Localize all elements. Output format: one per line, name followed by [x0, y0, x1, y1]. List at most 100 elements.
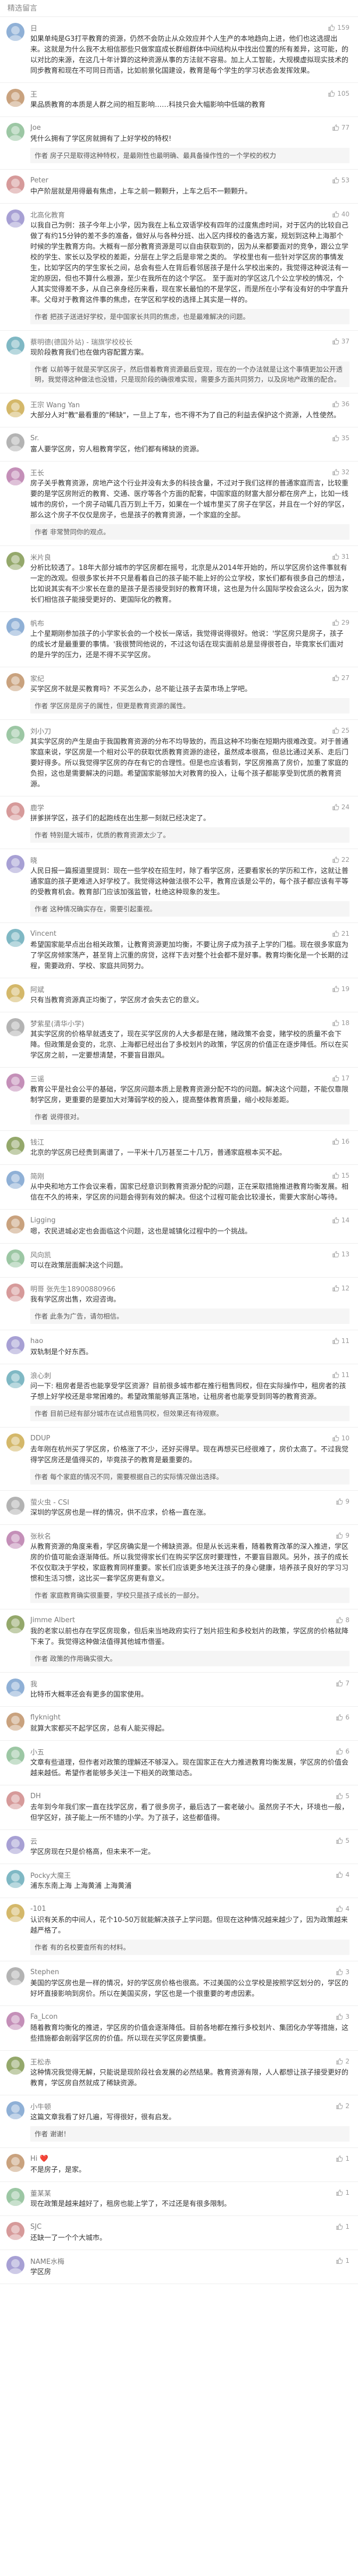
- commenter-name[interactable]: 张秋名: [30, 1531, 336, 1541]
- avatar[interactable]: [6, 2188, 24, 2206]
- commenter-name[interactable]: 我: [30, 1679, 336, 1689]
- like-button[interactable]: 1: [336, 2155, 349, 2162]
- like-button[interactable]: 6: [336, 1748, 349, 1755]
- like-button[interactable]: 77: [332, 124, 349, 131]
- avatar[interactable]: [6, 1018, 24, 1036]
- commenter-name[interactable]: Sr.: [30, 434, 332, 442]
- avatar[interactable]: [6, 1433, 24, 1451]
- like-button[interactable]: 14: [332, 1216, 349, 1224]
- avatar[interactable]: [6, 1249, 24, 1268]
- like-button[interactable]: 9: [336, 1532, 349, 1539]
- like-button[interactable]: 17: [332, 1075, 349, 1082]
- like-button[interactable]: 22: [332, 856, 349, 863]
- commenter-name[interactable]: 王宗 Wang Yan: [30, 399, 332, 409]
- like-button[interactable]: 4: [336, 1905, 349, 1912]
- avatar[interactable]: [6, 1713, 24, 1731]
- avatar[interactable]: [6, 1283, 24, 1302]
- avatar[interactable]: [6, 23, 24, 41]
- avatar[interactable]: [6, 984, 24, 1002]
- commenter-name[interactable]: Joe: [30, 124, 332, 132]
- commenter-name[interactable]: 董某某: [30, 2188, 336, 2198]
- commenter-name[interactable]: 米片良: [30, 552, 332, 562]
- avatar[interactable]: [6, 855, 24, 873]
- avatar[interactable]: [6, 2012, 24, 2030]
- commenter-name[interactable]: 梦紫星(清华小学): [30, 1018, 332, 1028]
- like-button[interactable]: 11: [332, 1337, 349, 1345]
- commenter-name[interactable]: 阿斌: [30, 984, 332, 994]
- like-button[interactable]: 9: [336, 1498, 349, 1505]
- like-button[interactable]: 10: [332, 1434, 349, 1442]
- commenter-name[interactable]: 日: [30, 23, 328, 33]
- commenter-name[interactable]: 帆布: [30, 618, 332, 628]
- avatar[interactable]: [6, 1370, 24, 1388]
- like-button[interactable]: 1: [336, 2223, 349, 2230]
- like-button[interactable]: 32: [332, 468, 349, 476]
- commenter-name[interactable]: 王: [30, 89, 328, 99]
- like-button[interactable]: 35: [332, 434, 349, 442]
- commenter-name[interactable]: 明哥 张先生18900880966: [30, 1283, 332, 1294]
- avatar[interactable]: [6, 2101, 24, 2119]
- commenter-name[interactable]: Stephen: [30, 1968, 336, 1976]
- avatar[interactable]: [6, 726, 24, 744]
- commenter-name[interactable]: 云: [30, 1836, 336, 1846]
- like-button[interactable]: 4: [336, 1871, 349, 1878]
- avatar[interactable]: [6, 673, 24, 691]
- like-button[interactable]: 3: [336, 1968, 349, 1976]
- like-button[interactable]: 53: [332, 177, 349, 184]
- avatar[interactable]: [6, 552, 24, 570]
- avatar[interactable]: [6, 1747, 24, 1765]
- like-button[interactable]: 25: [332, 727, 349, 734]
- like-button[interactable]: 5: [336, 1792, 349, 1800]
- avatar[interactable]: [6, 1967, 24, 1985]
- commenter-name[interactable]: Vincent: [30, 930, 332, 938]
- commenter-name[interactable]: DDUP: [30, 1434, 332, 1442]
- commenter-name[interactable]: Jimme Albert: [30, 1616, 336, 1624]
- like-button[interactable]: 18: [332, 1019, 349, 1027]
- avatar[interactable]: [6, 123, 24, 141]
- like-button[interactable]: 6: [336, 1714, 349, 1721]
- like-button[interactable]: 1: [336, 2189, 349, 2196]
- commenter-name[interactable]: Peter: [30, 177, 332, 184]
- like-button[interactable]: 8: [336, 1616, 349, 1624]
- like-button[interactable]: 2: [336, 2102, 349, 2110]
- avatar[interactable]: [6, 1870, 24, 1888]
- commenter-name[interactable]: 浪心刺: [30, 1370, 332, 1380]
- avatar[interactable]: [6, 1615, 24, 1633]
- like-button[interactable]: 1: [336, 2257, 349, 2264]
- commenter-name[interactable]: 家纪: [30, 673, 332, 683]
- like-button[interactable]: 31: [332, 553, 349, 560]
- like-button[interactable]: 19: [332, 985, 349, 993]
- avatar[interactable]: [6, 2057, 24, 2075]
- avatar[interactable]: [6, 1171, 24, 1189]
- avatar[interactable]: [6, 433, 24, 451]
- like-button[interactable]: 7: [336, 1680, 349, 1687]
- like-button[interactable]: 12: [332, 1285, 349, 1292]
- avatar[interactable]: [6, 1497, 24, 1515]
- commenter-name[interactable]: NAME水梅: [30, 2256, 336, 2266]
- commenter-name[interactable]: -101: [30, 1905, 336, 1913]
- avatar[interactable]: [6, 399, 24, 417]
- like-button[interactable]: 27: [332, 674, 349, 682]
- avatar[interactable]: [6, 1137, 24, 1155]
- avatar[interactable]: [6, 175, 24, 194]
- commenter-name[interactable]: SJC: [30, 2223, 336, 2231]
- commenter-name[interactable]: Pocky大魔王: [30, 1870, 336, 1880]
- avatar[interactable]: [6, 337, 24, 355]
- avatar[interactable]: [6, 89, 24, 107]
- avatar[interactable]: [6, 2256, 24, 2274]
- avatar[interactable]: [6, 1531, 24, 1549]
- avatar[interactable]: [6, 929, 24, 947]
- avatar[interactable]: [6, 1215, 24, 1234]
- commenter-name[interactable]: Ligging: [30, 1216, 332, 1224]
- like-button[interactable]: 3: [336, 2013, 349, 2020]
- avatar[interactable]: [6, 1679, 24, 1697]
- like-button[interactable]: 24: [332, 803, 349, 811]
- like-button[interactable]: 11: [332, 1371, 349, 1379]
- commenter-name[interactable]: 萤火虫 - CSI: [30, 1497, 336, 1507]
- commenter-name[interactable]: 北高化教育: [30, 209, 332, 220]
- like-button[interactable]: 29: [332, 619, 349, 626]
- commenter-name[interactable]: flyknight: [30, 1714, 336, 1722]
- like-button[interactable]: 105: [328, 90, 349, 97]
- commenter-name[interactable]: 钱江: [30, 1137, 332, 1147]
- commenter-name[interactable]: hao: [30, 1337, 332, 1345]
